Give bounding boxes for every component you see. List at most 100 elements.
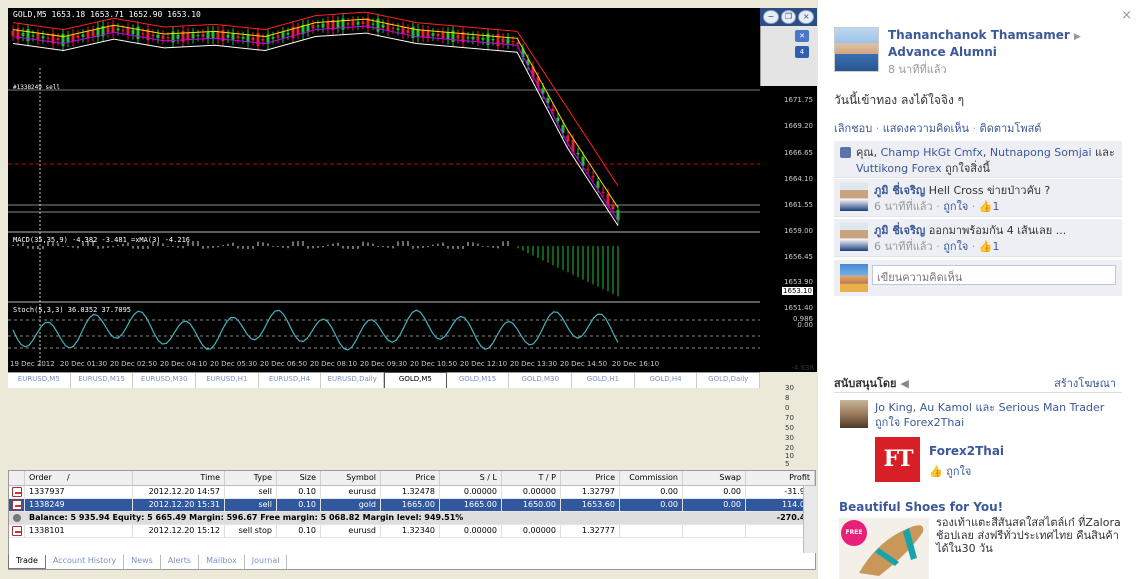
- symbol-tab[interactable]: EURUSD,H1: [196, 373, 259, 388]
- comment-author[interactable]: ภูมิ ชี่เจริญ: [874, 224, 925, 237]
- avatar: [840, 264, 868, 292]
- stochastic-line: [12, 309, 619, 351]
- column-symbol[interactable]: Symbol: [321, 471, 381, 485]
- ad-title[interactable]: Beautiful Shoes for You!: [839, 500, 1003, 514]
- follow-link[interactable]: ติดตามโพสต์: [980, 122, 1042, 135]
- post-author[interactable]: Thananchanok Thamsamer ▶ Advance Alumni: [888, 28, 1088, 60]
- symbol-tab[interactable]: EURUSD,H4: [259, 373, 322, 388]
- column-tp[interactable]: T / P: [502, 471, 561, 485]
- column-profit[interactable]: Profit: [746, 471, 815, 485]
- column-type[interactable]: Type: [225, 471, 277, 485]
- tab-alerts[interactable]: Alerts: [161, 555, 200, 569]
- candle-body: [381, 24, 385, 28]
- candle-body: [91, 30, 95, 37]
- comment-text: Hell Cross ข่ายป่าวคับ ?: [928, 184, 1051, 197]
- comment-like-link[interactable]: ถูกใจ: [943, 200, 968, 213]
- page-like-button[interactable]: 👍 ถูกใจ: [929, 462, 971, 480]
- page-link[interactable]: Forex2Thai: [904, 416, 965, 429]
- symbol-tab[interactable]: GOLD,M30: [509, 373, 573, 388]
- comment-input[interactable]: เขียนความคิดเห็น: [872, 265, 1116, 285]
- tab-news[interactable]: News: [124, 555, 161, 569]
- author-name[interactable]: Thananchanok Thamsamer: [888, 28, 1070, 42]
- comment-author[interactable]: ภูมิ ชี่เจริญ: [874, 184, 925, 197]
- column-price[interactable]: Price: [381, 471, 440, 485]
- candle-body: [556, 117, 560, 122]
- candle-body: [236, 36, 240, 39]
- candle-body: [296, 27, 300, 35]
- chat-icon[interactable]: 4: [795, 46, 809, 58]
- thumbs-up-icon: 👍: [978, 200, 993, 213]
- candle-body: [456, 34, 460, 39]
- comment-link[interactable]: แสดงความคิดเห็น: [883, 122, 969, 135]
- column-sl[interactable]: S / L: [440, 471, 502, 485]
- comment-time[interactable]: 6 นาทีที่แล้ว: [874, 200, 933, 213]
- avatar[interactable]: [840, 183, 868, 211]
- column-time[interactable]: Time: [133, 471, 225, 485]
- tab-journal[interactable]: Journal: [245, 555, 288, 569]
- liker-link[interactable]: Vuttikong Forex: [856, 162, 942, 175]
- tab-account-history[interactable]: Account History: [46, 555, 125, 569]
- candle-body: [356, 21, 360, 25]
- tab-mailbox[interactable]: Mailbox: [199, 555, 245, 569]
- moving-average-line: [12, 25, 619, 222]
- close-icon[interactable]: ×: [1121, 8, 1132, 23]
- comment-time[interactable]: 6 นาทีที่แล้ว: [874, 240, 933, 253]
- sponsored-label: สนับสนุนโดย: [834, 377, 897, 390]
- symbol-tab[interactable]: GOLD,H4: [635, 373, 698, 388]
- liker-link[interactable]: Champ HkGt Cmfx: [881, 146, 983, 159]
- order-sl: 0.00000: [440, 486, 502, 498]
- avatar[interactable]: [840, 400, 868, 428]
- avatar[interactable]: [840, 223, 868, 251]
- comment-like-count[interactable]: 1: [993, 200, 1000, 213]
- close-icon[interactable]: ×: [798, 10, 815, 24]
- create-ad-link[interactable]: สร้างโฆษณา: [1054, 374, 1116, 392]
- column-order[interactable]: Order /: [25, 471, 133, 485]
- symbol-tab[interactable]: GOLD,Daily: [697, 373, 761, 388]
- column-swap[interactable]: Swap: [683, 471, 746, 485]
- comment-like-link[interactable]: ถูกใจ: [943, 240, 968, 253]
- avatar[interactable]: [834, 27, 879, 72]
- ruler-label: 8: [785, 394, 790, 402]
- arrow-right-icon: ▶: [1074, 32, 1081, 42]
- column-size[interactable]: Size: [277, 471, 321, 485]
- symbol-tab-active[interactable]: GOLD,M5: [384, 372, 447, 388]
- order-commission: 0.00: [620, 499, 683, 511]
- symbol-tab[interactable]: EURUSD,M5: [8, 373, 71, 388]
- table-row-pending[interactable]: 1338101 2012.12.20 15:12 sell stop 0.10 …: [9, 525, 815, 538]
- post-actions: เลิกชอบ · แสดงความคิดเห็น · ติดตามโพสต์: [834, 122, 1042, 135]
- column-commission[interactable]: Commission: [620, 471, 683, 485]
- candle-body: [106, 27, 110, 33]
- table-row-selected[interactable]: 1338249 2012.12.20 15:31 sell 0.10 gold …: [9, 499, 815, 512]
- order-current-price: 1.32797: [561, 486, 620, 498]
- candle-body: [206, 31, 210, 39]
- column-current-price[interactable]: Price: [561, 471, 620, 485]
- symbol-tab[interactable]: EURUSD,M15: [71, 373, 134, 388]
- page-name[interactable]: Forex2Thai: [929, 444, 1004, 458]
- symbol-tab[interactable]: EURUSD,Daily: [321, 373, 385, 388]
- close-panel-icon[interactable]: ✕: [795, 30, 809, 42]
- post-time[interactable]: 8 นาทีที่แล้ว: [888, 60, 947, 78]
- friend-link[interactable]: Jo King: [875, 401, 913, 414]
- candle-body: [601, 191, 605, 193]
- candle-body: [131, 29, 135, 35]
- unlike-link[interactable]: เลิกชอบ: [834, 122, 872, 135]
- stoch-label: Stoch(5,3,3) 36.0352 37.7095: [13, 306, 132, 314]
- ruler-label: 0: [785, 404, 790, 412]
- sandal-icon: [859, 525, 924, 576]
- order-icon: [9, 499, 25, 511]
- table-row[interactable]: 1337937 2012.12.20 14:57 sell 0.10 eurus…: [9, 486, 815, 499]
- liker-link[interactable]: Nutnapong Somjai: [990, 146, 1092, 159]
- price-chart[interactable]: GOLD,M5 1653.18 1653.71 1652.90 1653.10 …: [8, 8, 817, 372]
- minimize-icon[interactable]: −: [763, 10, 779, 24]
- ad-image[interactable]: FREE: [839, 518, 929, 579]
- symbol-tab[interactable]: GOLD,M15: [447, 373, 510, 388]
- candle-body: [116, 28, 120, 31]
- terminal-scrollbar[interactable]: [803, 486, 816, 553]
- tab-trade[interactable]: Trade: [8, 555, 46, 569]
- forex2thai-logo[interactable]: FT: [875, 437, 920, 482]
- restore-icon[interactable]: ❐: [780, 10, 797, 24]
- symbol-tab[interactable]: EURUSD,M30: [133, 373, 197, 388]
- symbol-tab[interactable]: GOLD,H1: [572, 373, 635, 388]
- group-name[interactable]: Advance Alumni: [888, 45, 997, 59]
- comment-like-count[interactable]: 1: [993, 240, 1000, 253]
